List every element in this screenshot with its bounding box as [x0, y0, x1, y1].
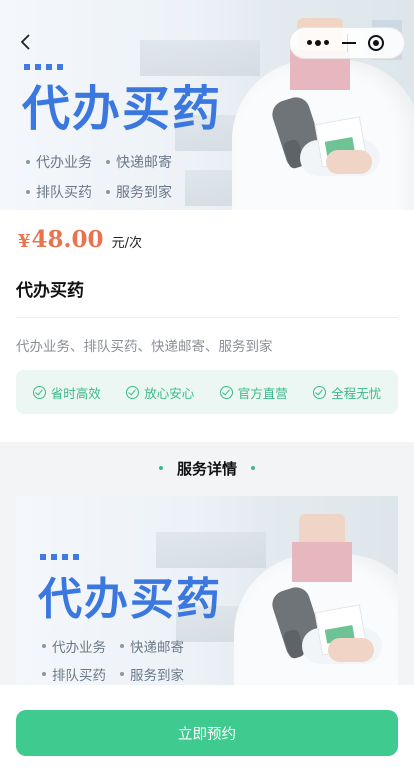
shelf-decoration: [140, 40, 260, 76]
hero-feature: 快递邮寄: [106, 152, 172, 172]
chevron-left-icon: [20, 34, 30, 50]
hero-feature: 排队买药: [26, 182, 92, 202]
hero-features-row1: 代办业务 快递邮寄: [26, 152, 172, 172]
service-tag: 官方直营: [219, 383, 288, 402]
service-tag: 放心安心: [126, 383, 194, 402]
service-tag-label: 官方直营: [237, 385, 288, 401]
hero-features-row2: 排队买药 服务到家: [26, 182, 172, 202]
product-name: 代办买药: [16, 281, 84, 301]
service-tag: 省时高效: [32, 383, 101, 402]
section-title: 服务详情: [176, 459, 237, 478]
pharmacist-collar: [292, 542, 352, 582]
banner-features-row2: 排队买药 服务到家: [42, 664, 184, 684]
banner-feature: 代办业务: [42, 636, 106, 656]
book-now-button[interactable]: 立即预约: [16, 710, 398, 756]
banner-feature: 排队买药: [42, 664, 106, 684]
shelf-decoration: [156, 532, 266, 568]
detail-banner-image: 代办买药 代办业务 快递邮寄 排队买药 服务到家: [16, 496, 398, 686]
pharmacist-hand: [328, 638, 374, 662]
price-unit: 元/次: [111, 236, 142, 251]
close-button[interactable]: [347, 27, 404, 59]
target-circle-icon: [367, 35, 384, 51]
banner-features-row1: 代办业务 快递邮寄: [42, 636, 184, 656]
section-heading: 服务详情: [0, 448, 414, 488]
heading-dot: [251, 466, 255, 470]
bottom-action-bar: 立即预约: [0, 685, 414, 780]
service-tag-label: 全程无忧: [331, 385, 382, 401]
product-info-card: ¥ 48.00 元/次 代办买药 代办业务、排队买药、快递邮寄、服务到家 省时高…: [0, 210, 414, 442]
more-button[interactable]: [290, 27, 356, 59]
banner-title: 代办买药: [38, 574, 222, 625]
service-tag: 全程无忧: [313, 383, 381, 402]
hero-dots-decoration: [24, 64, 63, 70]
price-amount: 48.00: [31, 226, 104, 253]
heading-dot: [158, 466, 163, 470]
banner-dots-decoration: [40, 554, 79, 560]
hero-feature: 代办业务: [26, 152, 92, 172]
product-description: 代办业务、排队买药、快递邮寄、服务到家: [16, 339, 273, 355]
hero-feature: 服务到家: [106, 182, 172, 202]
hero-banner: 代办买药 代办业务 快递邮寄 排队买药 服务到家: [0, 0, 414, 210]
service-tag-label: 省时高效: [50, 385, 101, 401]
check-circle-icon: [126, 385, 140, 399]
price-currency: ¥: [18, 231, 31, 252]
mini-program-capsule: [289, 27, 405, 59]
check-circle-icon: [219, 385, 233, 399]
hero-title: 代办买药: [22, 81, 223, 137]
divider: [16, 317, 398, 318]
check-circle-icon: [32, 385, 46, 399]
back-button[interactable]: [14, 30, 38, 54]
more-dots-icon: [307, 40, 330, 46]
banner-feature: 快递邮寄: [120, 636, 184, 656]
banner-feature: 服务到家: [120, 664, 184, 684]
service-tags: 省时高效 放心安心 官方直营 全程无忧: [16, 370, 398, 414]
page: 代办买药 代办业务 快递邮寄 排队买药 服务到家 ¥ 48.00 元/次 代办买…: [0, 0, 414, 780]
service-tag-label: 放心安心: [144, 385, 195, 401]
check-circle-icon: [313, 385, 327, 399]
pharmacist-hand: [326, 150, 372, 174]
price: ¥ 48.00 元/次: [18, 226, 142, 253]
